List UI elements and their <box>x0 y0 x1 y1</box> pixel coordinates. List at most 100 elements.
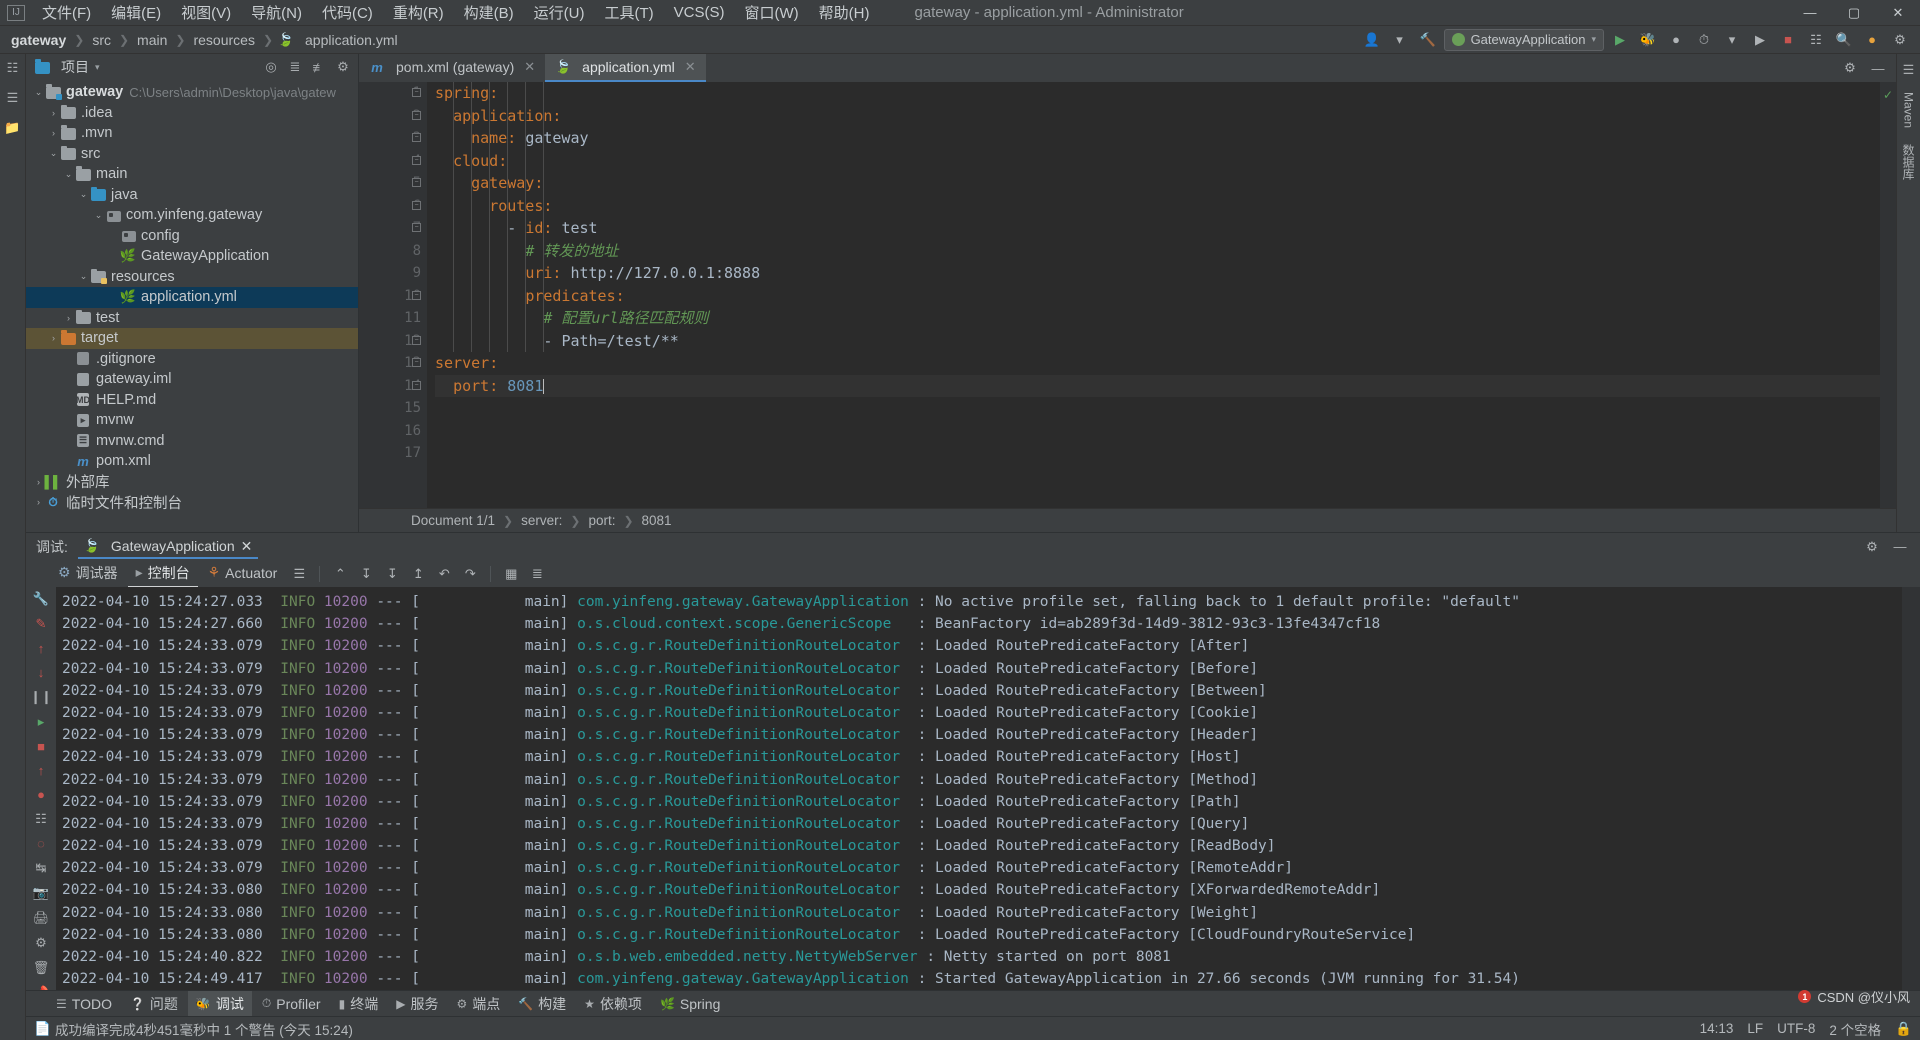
lock-icon[interactable]: 🔒 <box>1895 1021 1912 1037</box>
tree-expand-arrow[interactable]: › <box>62 313 75 323</box>
menu-tools[interactable]: 工具(T) <box>595 0 662 26</box>
tree-expand-arrow[interactable]: ⌄ <box>92 210 105 221</box>
code-fold-marker[interactable]: − <box>412 358 421 367</box>
layout-settings-icon[interactable]: ≣ <box>525 563 549 585</box>
console-output[interactable]: 2022-04-10 15:24:27.033 INFO 10200 --- [… <box>56 587 1902 990</box>
stop-icon[interactable]: ■ <box>30 739 52 754</box>
hide-editor-icon[interactable]: — <box>1866 57 1890 79</box>
maximize-button[interactable]: ▢ <box>1832 0 1876 26</box>
breadcrumb-port[interactable]: port: <box>588 513 615 528</box>
code-fold-marker[interactable]: − <box>412 110 421 120</box>
tree-expand-arrow[interactable]: ⌄ <box>47 148 60 159</box>
code-line[interactable]: uri: http://127.0.0.1:8888 <box>435 262 1880 285</box>
up-icon[interactable]: ↑ <box>30 763 52 778</box>
step-into-icon[interactable]: ↧ <box>380 563 404 585</box>
breadcrumb-server[interactable]: server: <box>521 513 562 528</box>
tree-node-java[interactable]: ⌄ java <box>26 185 358 206</box>
editor-tab-applicationyml[interactable]: 🍃 application.yml ✕ <box>545 54 706 82</box>
tree-node-src[interactable]: ⌄ src <box>26 144 358 165</box>
debug-tab-actuator[interactable]: ⚘ Actuator <box>200 561 286 586</box>
tree-node-gateway-iml[interactable]: gateway.iml <box>26 369 358 390</box>
layout-icon[interactable]: ☷ <box>1804 29 1828 51</box>
settings-gear-icon[interactable]: ⚙ <box>1888 29 1912 51</box>
code-line[interactable]: application: <box>435 105 1880 128</box>
pause-icon[interactable]: ❙❙ <box>30 689 52 705</box>
code-fold-marker[interactable]: − <box>412 223 421 232</box>
scroll-down-icon[interactable]: ↓ <box>30 665 52 680</box>
tree-expand-arrow[interactable]: › <box>47 128 60 138</box>
tool-window-todo[interactable]: ☰ TODO <box>48 993 120 1015</box>
tool-window-[interactable]: ▶ 服务 <box>388 991 446 1017</box>
tree-node-config[interactable]: config <box>26 226 358 247</box>
status-line-separator[interactable]: LF <box>1747 1021 1763 1036</box>
menu-edit[interactable]: 编辑(E) <box>102 0 170 26</box>
run-to-cursor-icon[interactable]: ↷ <box>458 563 482 585</box>
database-tool-tab[interactable]: 数据库 <box>1898 140 1919 184</box>
view-breakpoints-icon[interactable]: ☷ <box>30 811 52 827</box>
debug-session-tab[interactable]: 🍃 GatewayApplication ✕ <box>77 535 259 559</box>
close-icon[interactable]: ✕ <box>241 538 253 555</box>
code-fold-marker[interactable]: − <box>412 290 421 300</box>
editor-error-stripe[interactable]: ✓ <box>1880 82 1896 508</box>
code-line[interactable]: name: gateway <box>435 127 1880 150</box>
tree-expand-arrow[interactable]: ⌄ <box>32 87 45 98</box>
code-line[interactable] <box>435 397 1880 420</box>
code-editor[interactable]: 1234567891011121314151617−−−−−−−−−−− spr… <box>359 82 1896 508</box>
breadcrumb-value[interactable]: 8081 <box>642 513 672 528</box>
run-configuration-selector[interactable]: GatewayApplication ▾ <box>1443 28 1604 51</box>
tree-node--idea[interactable]: › .idea <box>26 103 358 124</box>
code-fold-marker[interactable]: − <box>412 155 421 165</box>
notifications-icon[interactable]: ● <box>1860 29 1884 51</box>
profiler-button[interactable]: ⏱ <box>1692 29 1716 51</box>
structure-tool-icon[interactable]: ☰ <box>3 88 23 108</box>
chevron-down-icon[interactable]: ▾ <box>1388 29 1412 51</box>
close-icon[interactable]: ✕ <box>524 59 535 75</box>
user-avatar-icon[interactable]: 👤 <box>1360 29 1384 51</box>
tree-node-gateway[interactable]: ⌄ gateway C:\Users\admin\Desktop\java\gate… <box>26 82 358 103</box>
mute-breakpoints-icon[interactable]: ● <box>30 787 52 802</box>
code-line[interactable]: routes: <box>435 195 1880 218</box>
code-fold-marker[interactable]: − <box>412 88 421 97</box>
run-with-coverage-button[interactable]: ● <box>1664 29 1688 51</box>
project-tool-icon[interactable]: ☷ <box>3 58 23 78</box>
tree-node----[interactable]: › ▌▌ 外部库 <box>26 472 358 493</box>
code-fold-marker[interactable]: − <box>412 380 421 390</box>
tree-expand-arrow[interactable]: › <box>47 108 60 118</box>
menu-run[interactable]: 运行(U) <box>525 0 594 26</box>
bookmarks-tool-icon[interactable]: 📁 <box>3 118 23 138</box>
tree-expand-arrow[interactable]: ⌄ <box>77 189 90 200</box>
tool-window-[interactable]: 🐝 调试 <box>187 990 252 1017</box>
debug-tab-debugger[interactable]: ⚙ 调试器 <box>50 560 126 588</box>
tool-window-spring[interactable]: 🌿 Spring <box>652 993 728 1015</box>
step-over-icon[interactable]: ↧ <box>354 563 378 585</box>
menu-file[interactable]: 文件(F) <box>33 0 100 26</box>
minimize-button[interactable]: — <box>1788 0 1832 26</box>
search-icon[interactable]: 🔍 <box>1832 29 1856 51</box>
tree-expand-arrow[interactable]: › <box>47 333 60 343</box>
drop-frame-icon[interactable]: ↶ <box>432 563 456 585</box>
run-button[interactable]: ▶ <box>1608 29 1632 51</box>
code-line[interactable]: spring: <box>435 82 1880 105</box>
tree-expand-arrow[interactable]: › <box>32 497 45 507</box>
code-line[interactable]: predicates: <box>435 285 1880 308</box>
event-log-icon[interactable]: 📄 <box>34 1021 51 1036</box>
code-fold-marker[interactable]: − <box>412 178 421 187</box>
tree-node-pom-xml[interactable]: m pom.xml <box>26 451 358 472</box>
debug-settings-gear-icon[interactable]: ⚙ <box>1860 536 1884 558</box>
close-button[interactable]: ✕ <box>1876 0 1920 26</box>
tree-node---------[interactable]: › ⏱ 临时文件和控制台 <box>26 492 358 513</box>
tree-node-main[interactable]: ⌄ main <box>26 164 358 185</box>
navbar-crumb-applicationyml[interactable]: application.yml <box>302 31 401 49</box>
code-line[interactable]: port: 8081 <box>435 374 1880 397</box>
tool-window-[interactable]: ❔ 问题 <box>122 991 186 1017</box>
tool-window-profiler[interactable]: ⏱ Profiler <box>254 993 329 1015</box>
menu-window[interactable]: 窗口(W) <box>735 0 807 26</box>
tree-node-gatewayapplication[interactable]: 🌿 GatewayApplication <box>26 246 358 267</box>
code-line[interactable] <box>435 442 1880 465</box>
soft-wrap-icon[interactable]: ↹ <box>30 860 52 876</box>
scroll-from-source-icon[interactable]: ◎ <box>260 57 282 77</box>
code-line[interactable]: server: <box>435 352 1880 375</box>
menu-vcs[interactable]: VCS(S) <box>665 1 734 24</box>
print-icon[interactable]: 🖨 <box>30 910 52 926</box>
menu-build[interactable]: 构建(B) <box>455 0 523 26</box>
